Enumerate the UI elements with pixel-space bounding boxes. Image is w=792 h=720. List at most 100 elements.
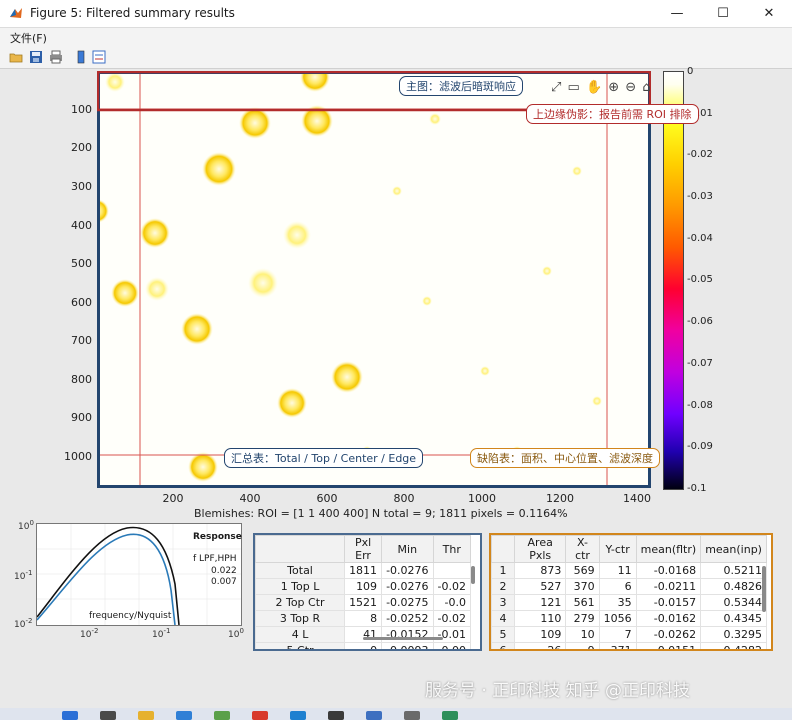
y-tick: 500 — [71, 257, 92, 270]
x-tick: 1200 — [546, 492, 574, 505]
matlab-logo-icon — [10, 8, 22, 18]
response-title: Response — [193, 532, 242, 542]
colorbar-tick: -0.06 — [687, 316, 713, 327]
y-tick: 400 — [71, 219, 92, 232]
colorbar-tick: -0.03 — [687, 191, 713, 202]
defect-header: mean(fltr) — [635, 535, 702, 563]
callout-main-image: 主图：滤波后暗斑响应 — [399, 76, 523, 96]
axes-toolbar[interactable]: ⤢ ▭ ✋ ⊕ ⊖ ⌂ — [551, 80, 652, 95]
filtered-image-plot[interactable] — [97, 71, 651, 488]
taskbar — [0, 708, 792, 720]
defect-header: Y-ctr — [598, 535, 637, 563]
table-row[interactable]: Total 1811 -0.0276 — [255, 562, 472, 579]
app-icon[interactable] — [176, 711, 192, 720]
menu-bar: 文件(F) — [0, 28, 792, 46]
response-legend-value: 0.007 — [211, 577, 237, 587]
y-tick: 700 — [71, 334, 92, 347]
table-row[interactable]: 3 121 561 35 -0.0157 0.5344 — [491, 594, 767, 611]
app-icon[interactable] — [366, 711, 382, 720]
summary-table-vscrollbar[interactable] — [471, 566, 475, 584]
defect-header: Area Pxls — [513, 535, 567, 563]
table-row[interactable]: 2 527 370 6 -0.0211 0.4826 — [491, 578, 767, 595]
summary-header: Min — [381, 535, 434, 563]
callout-top-edge: 上边缘伪影：报告前需 ROI 排除 — [526, 104, 699, 124]
defect-header: X-ctr — [565, 535, 600, 563]
colorbar-tick: 0 — [687, 66, 694, 77]
table-row[interactable]: 4 110 279 1056 -0.0162 0.4345 — [491, 610, 767, 627]
colorbar-icon[interactable] — [74, 50, 88, 64]
maximize-button[interactable]: ☐ — [700, 0, 746, 27]
minimize-button[interactable]: — — [654, 0, 700, 27]
colorbar-tick: -0.08 — [687, 400, 713, 411]
app-icon[interactable] — [404, 711, 420, 720]
colorbar-tick: -0.05 — [687, 274, 713, 285]
summary-header: Thr — [432, 535, 472, 563]
window-title: Figure 5: Filtered summary results — [30, 6, 235, 20]
callout-defect-table: 缺陷表：面积、中心位置、滤波深度 — [470, 448, 660, 468]
print-icon[interactable] — [49, 50, 63, 64]
table-row[interactable]: 4 L 41 -0.0152 -0.01 — [255, 626, 472, 643]
response-x-tick: 10-2 — [80, 627, 99, 640]
response-xlabel: frequency/Nyquist — [89, 611, 172, 621]
table-row[interactable]: 5 109 10 7 -0.0262 0.3295 — [491, 626, 767, 643]
response-x-tick: 100 — [228, 627, 244, 640]
colorbar — [663, 71, 684, 490]
menu-file[interactable]: 文件(F) — [10, 30, 47, 46]
response-plot[interactable]: Response f LPF,HPH 0.022 0.007 frequency… — [36, 523, 242, 626]
table-row[interactable]: 6 26 9 371 -0.0151 0.4282 — [491, 642, 767, 649]
colorbar-tick: -0.02 — [687, 149, 713, 160]
summary-table-hscrollbar[interactable] — [363, 637, 443, 640]
open-folder-icon[interactable] — [9, 50, 23, 64]
file-explorer-icon[interactable] — [138, 711, 154, 720]
y-tick: 900 — [71, 411, 92, 424]
callout-summary-table: 汇总表：Total / Top / Center / Edge — [224, 448, 424, 468]
edge-icon[interactable] — [290, 711, 306, 720]
defect-table[interactable]: Area Pxls X-ctr Y-ctr mean(fltr) mean(in… — [489, 533, 773, 651]
x-tick: 400 — [239, 492, 261, 505]
table-row[interactable]: 5 Ctr 0 -0.0093 -0.00 — [255, 642, 472, 649]
x-tick: 600 — [316, 492, 338, 505]
y-tick: 100 — [71, 103, 92, 116]
blemish-summary-text: Blemishes: ROI = [1 1 400 400] N total =… — [194, 507, 568, 520]
toolbar — [0, 46, 792, 69]
legend-icon[interactable] — [92, 50, 106, 64]
defect-header — [491, 535, 515, 563]
y-tick: 300 — [71, 180, 92, 193]
x-tick: 200 — [162, 492, 184, 505]
response-y-tick: 100 — [18, 519, 34, 532]
summary-header: Pxl Err — [344, 535, 383, 563]
table-row[interactable]: 3 Top R 8 -0.0252 -0.02 — [255, 610, 472, 627]
close-button[interactable]: ✕ — [746, 0, 792, 27]
y-tick: 1000 — [64, 450, 92, 463]
table-row[interactable]: 1 Top L 109 -0.0276 -0.02 — [255, 578, 472, 595]
response-y-tick: 10-1 — [14, 569, 33, 582]
app-icon[interactable] — [442, 711, 458, 720]
response-legend: f LPF,HPH — [193, 554, 237, 564]
app-icon[interactable] — [214, 711, 230, 720]
colorbar-tick: -0.1 — [687, 483, 707, 494]
colorbar-tick: -0.07 — [687, 358, 713, 369]
x-tick: 1400 — [623, 492, 651, 505]
response-legend-value: 0.022 — [211, 566, 237, 576]
y-tick: 600 — [71, 296, 92, 309]
y-tick: 800 — [71, 373, 92, 386]
summary-table[interactable]: Pxl Err Min Thr Total 1811 -0.0276 1 Top… — [253, 533, 482, 651]
response-x-tick: 10-1 — [152, 627, 171, 640]
colorbar-tick: -0.09 — [687, 441, 713, 452]
summary-header — [255, 535, 346, 563]
search-icon[interactable] — [100, 711, 116, 720]
y-tick: 200 — [71, 141, 92, 154]
x-tick: 800 — [393, 492, 415, 505]
colorbar-tick: -0.04 — [687, 233, 713, 244]
app-icon[interactable] — [328, 711, 344, 720]
chrome-icon[interactable] — [252, 711, 268, 720]
table-row[interactable]: 1 873 569 11 -0.0168 0.5211 — [491, 562, 767, 579]
defect-header: mean(inp) — [700, 535, 767, 563]
watermark: 服务号 · 正印科技 知乎 @正印科技 — [425, 681, 691, 701]
defect-table-vscrollbar[interactable] — [762, 566, 766, 612]
x-tick: 1000 — [468, 492, 496, 505]
windows-start-icon[interactable] — [62, 711, 78, 720]
title-bar: Figure 5: Filtered summary results — ☐ ✕ — [0, 0, 792, 28]
save-icon[interactable] — [29, 50, 43, 64]
table-row[interactable]: 2 Top Ctr 1521 -0.0275 -0.0 — [255, 594, 472, 611]
